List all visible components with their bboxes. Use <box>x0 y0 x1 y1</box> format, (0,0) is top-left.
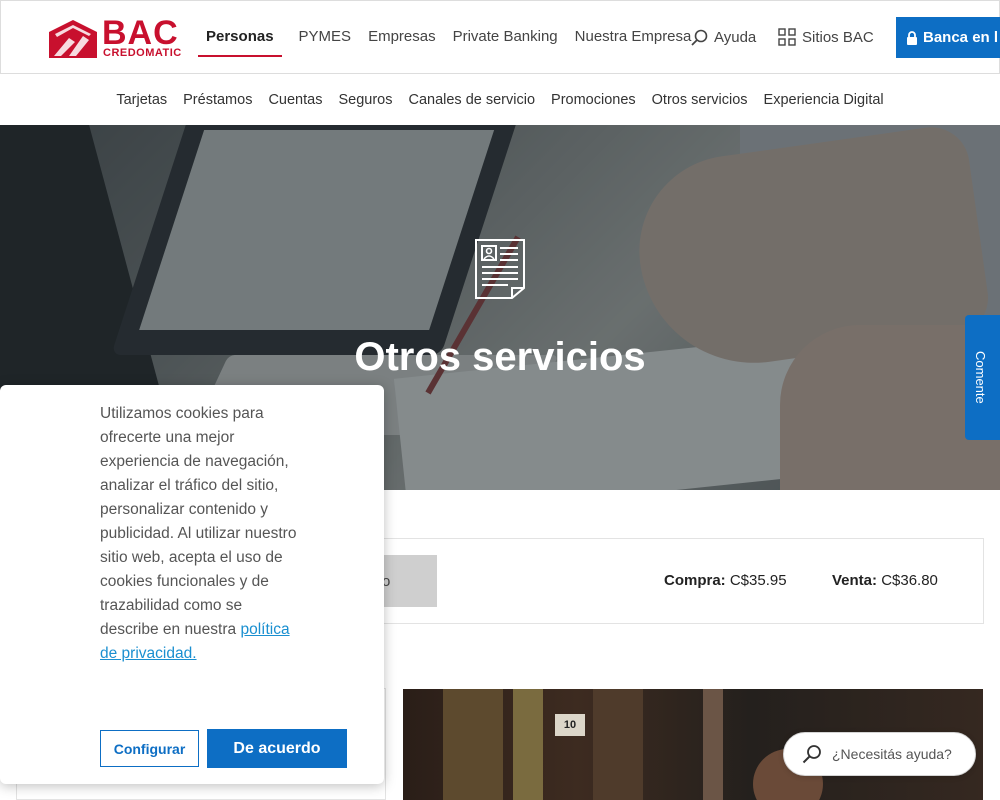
configurar-button[interactable]: Configurar <box>100 730 199 767</box>
promo-image-price-tag: 10 <box>555 714 585 736</box>
primary-nav: Personas PYMES Empresas Private Banking … <box>198 1 708 73</box>
subnav-prestamos[interactable]: Préstamos <box>183 92 252 108</box>
subnav-canales-de-servicio[interactable]: Canales de servicio <box>408 92 535 108</box>
subnav-cuentas[interactable]: Cuentas <box>268 92 322 108</box>
help-search-pill[interactable]: ¿Necesitás ayuda? <box>783 732 976 776</box>
nav-pymes[interactable]: PYMES <box>299 1 352 73</box>
search-icon <box>691 29 708 46</box>
cookie-text: Utilizamos cookies para ofrecerte una me… <box>100 405 297 638</box>
comente-label: Comente <box>973 351 988 404</box>
bac-logo-mark-icon <box>49 20 97 58</box>
promo-image-shelf <box>593 689 643 800</box>
subnav-experiencia-digital[interactable]: Experiencia Digital <box>764 92 884 108</box>
exchange-rate-bar: ro Compra: C$35.95 Venta: C$36.80 <box>360 538 984 624</box>
subnav-seguros[interactable]: Seguros <box>338 92 392 108</box>
venta-label: Venta: <box>832 572 878 589</box>
de-acuerdo-button[interactable]: De acuerdo <box>207 729 347 768</box>
banca-label: Banca en l <box>923 29 999 46</box>
compra-rate: Compra: C$35.95 <box>664 572 787 589</box>
grid-icon <box>778 28 796 46</box>
compra-label: Compra: <box>664 572 726 589</box>
subnav-promociones[interactable]: Promociones <box>551 92 636 108</box>
promo-image-shelf <box>513 689 543 800</box>
compra-value: C$35.95 <box>729 572 787 589</box>
nav-nuestra-empresa[interactable]: Nuestra Empresa <box>575 1 692 73</box>
brand-subname: CREDOMATIC <box>103 47 182 59</box>
nav-personas[interactable]: Personas <box>198 1 282 73</box>
venta-value: C$36.80 <box>881 572 938 589</box>
top-header: BAC CREDOMATIC Personas PYMES Empresas P… <box>0 0 1000 74</box>
venta-rate: Venta: C$36.80 <box>832 572 938 589</box>
cookie-message: Utilizamos cookies para ofrecerte una me… <box>100 402 300 666</box>
promo-image-shelf <box>443 689 503 800</box>
help-placeholder: ¿Necesitás ayuda? <box>832 746 952 762</box>
sitios-label: Sitios BAC <box>802 28 874 46</box>
promo-image-shelf <box>703 689 723 800</box>
sitios-bac-link[interactable]: Sitios BAC <box>778 1 874 73</box>
subnav-tarjetas[interactable]: Tarjetas <box>116 92 167 108</box>
subnav-otros-servicios[interactable]: Otros servicios <box>652 92 748 108</box>
document-profile-icon <box>475 239 525 299</box>
comente-feedback-tab[interactable]: Comente <box>965 315 1000 440</box>
search-icon <box>802 745 821 764</box>
banca-en-linea-button[interactable]: Banca en l <box>896 17 1000 58</box>
page-title: Otros servicios <box>354 335 646 379</box>
cookie-consent-dialog: Utilizamos cookies para ofrecerte una me… <box>0 385 384 784</box>
secondary-nav: Tarjetas Préstamos Cuentas Seguros Canal… <box>0 74 1000 125</box>
lock-icon <box>907 30 917 45</box>
nav-empresas[interactable]: Empresas <box>368 1 436 73</box>
nav-private-banking[interactable]: Private Banking <box>453 1 558 73</box>
ayuda-link[interactable]: Ayuda <box>691 1 756 73</box>
ayuda-label: Ayuda <box>714 28 757 46</box>
bac-logo[interactable]: BAC CREDOMATIC <box>49 14 182 61</box>
